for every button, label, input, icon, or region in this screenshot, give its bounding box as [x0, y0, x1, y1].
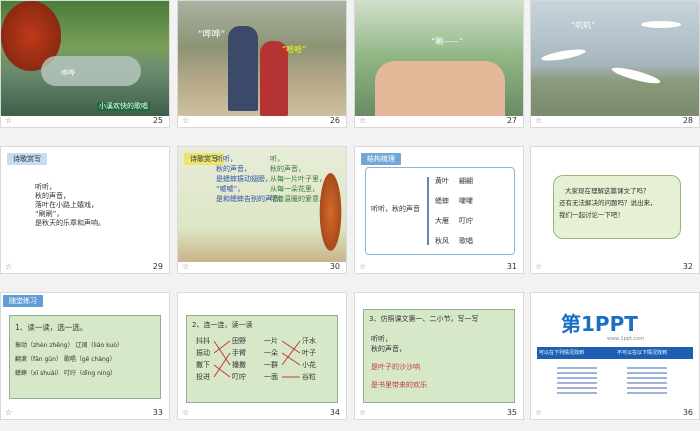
stream-sound-label: 哗哗: [61, 69, 75, 77]
slide-thumb-29[interactable]: 诗歌赏写 听听， 秋的声音， 落叶在小路上嬉戏， “刷刷”， 是秋天的乐章和声响…: [0, 146, 170, 274]
star-icon: ☆: [535, 408, 543, 417]
write-line: 是书里带来的欢乐: [371, 381, 427, 389]
slide-number: 28: [682, 116, 693, 125]
slide-number: 34: [329, 408, 340, 417]
poem-line: “刷刷”，: [35, 210, 64, 218]
structure-center: 听听，秋的声音: [371, 205, 420, 213]
star-icon: ☆: [535, 116, 543, 125]
poem-line: 听听，: [216, 155, 237, 163]
exercise-row: 翻滚（fān gǔn） 歌唱（gē chàng）: [15, 356, 116, 363]
structure-item: 秋风: [435, 237, 449, 245]
waving-kids-image: “唰——”: [355, 1, 523, 116]
slide-content: 大家现在理解这篇课文了吗？ 还有无法解决的问题吗？说出来， 我们一起讨论一下吧！: [531, 147, 699, 262]
question-line: 还有无法解决的问题吗？说出来，: [559, 199, 657, 207]
slide-content: 2、连一连，读一读 抖抖 振动 撒下 投进 田野 手臂 播撒 叮咛 一片 一朵 …: [178, 293, 346, 408]
poem-line: 秋的声音，: [35, 192, 70, 200]
slide-thumb-36[interactable]: 第1PPT www.1ppt.com 可以在下列情况找到 不可以在以下情况找到 …: [530, 292, 700, 420]
exercise-title: 3、仿照课文第一、二小节，写一写: [369, 315, 479, 323]
slide-content: 诗歌赏写 听听， 秋的声音， 落叶在小路上嬉戏， “刷刷”， 是秋天的乐章和声响…: [1, 147, 169, 262]
slide-number: 33: [152, 408, 163, 417]
structure-item: 蟋蟀: [435, 197, 449, 205]
slide-thumb-35[interactable]: 3、仿照课文第一、二小节，写一写 听听， 秋的声音， 是叶子的沙沙响 是书里带来…: [354, 292, 524, 420]
slide-number: 35: [506, 408, 517, 417]
poem-line: 是蟋蟀振动翅膀，: [216, 175, 272, 183]
children-walking-image: “哗哗” “哈哈”: [178, 1, 346, 116]
structure-item: 翩翩: [459, 177, 473, 185]
star-icon: ☆: [182, 408, 190, 417]
exercise-row: 蟋蟀（xī shuài） 叮咛（dīng níng）: [15, 370, 117, 377]
info-bar-left: 可以在下列情况找到: [539, 350, 585, 356]
slide-thumb-31[interactable]: 结构梳理 听听，秋的声音 黄叶 翩翩 蟋蟀 嚯嚯 大雁 叮咛 秋风 歌唱 ☆ 3…: [354, 146, 524, 274]
caption-label: 小溪欢快的歌唱: [97, 102, 150, 111]
haha-label: “哈哈”: [282, 45, 307, 54]
slide-number: 31: [506, 262, 517, 271]
write-line: 是叶子的沙沙响: [371, 363, 420, 371]
question-line: 大家现在理解这篇课文了吗？: [565, 187, 650, 195]
poem-line: 落叶在小路上嬉戏，: [35, 201, 98, 209]
slide-content: 结构梳理 听听，秋的声音 黄叶 翩翩 蟋蟀 嚯嚯 大雁 叮咛 秋风 歌唱: [355, 147, 523, 262]
forest-stream-image: 哗哗 小溪欢快的歌唱: [1, 1, 169, 116]
slide-thumb-27[interactable]: “唰——” ☆ 27: [354, 0, 524, 128]
slide-thumb-32[interactable]: 大家现在理解这篇课文了吗？ 还有无法解决的问题吗？说出来， 我们一起讨论一下吧！…: [530, 146, 700, 274]
write-line: 秋的声音，: [371, 345, 406, 353]
info-bar-right: 不可以在以下情况找到: [617, 350, 668, 356]
slide-content: 诗歌赏写 听听， 秋的声音， 是蟋蟀振动翅膀， “嘘嘘”， 是和蟋蟀告别的声音。…: [178, 147, 346, 262]
write-line: 听听，: [371, 335, 392, 343]
star-icon: ☆: [182, 116, 190, 125]
star-icon: ☆: [359, 116, 367, 125]
slide-thumb-28[interactable]: “叽叽” ☆ 28: [530, 0, 700, 128]
poem-line: “嘘嘘”，: [216, 185, 245, 193]
poem-line: 听听，: [35, 183, 56, 191]
exercise-title: 1、读一读，选一选。: [15, 323, 88, 332]
poem-line: 从每一朵花里，: [270, 185, 319, 193]
exercise-row: 振动（zhèn zhēng） 辽阔（liáo kuò）: [15, 342, 123, 349]
slide-thumb-33[interactable]: 随堂练习 1、读一读，选一选。 振动（zhèn zhēng） 辽阔（liáo k…: [0, 292, 170, 420]
star-icon: ☆: [5, 262, 13, 271]
star-icon: ☆: [535, 262, 543, 271]
star-icon: ☆: [182, 262, 190, 271]
structure-item: 叮咛: [459, 217, 473, 225]
structure-item: 歌唱: [459, 237, 473, 245]
slide-number: 30: [329, 262, 340, 271]
poem-line: 秋的声音，: [216, 165, 251, 173]
question-line: 我们一起讨论一下吧！: [559, 211, 624, 219]
site-url: www.1ppt.com: [607, 336, 645, 342]
poem-line: 是秋天的乐章和声响。: [35, 219, 105, 227]
structure-item: 嚯嚯: [459, 197, 473, 205]
section-ribbon: 诗歌赏写: [7, 153, 47, 165]
slide-number: 32: [682, 262, 693, 271]
slide-number: 25: [152, 116, 163, 125]
star-icon: ☆: [359, 408, 367, 417]
poem-line: 秋的声音，: [270, 165, 305, 173]
slide-thumb-26[interactable]: “哗哗” “哈哈” ☆ 26: [177, 0, 347, 128]
structure-item: 大雁: [435, 217, 449, 225]
star-icon: ☆: [359, 262, 367, 271]
slide-content: 随堂练习 1、读一读，选一选。 振动（zhèn zhēng） 辽阔（liáo k…: [1, 293, 169, 408]
slide-content: 3、仿照课文第一、二小节，写一写 听听， 秋的声音， 是叶子的沙沙响 是书里带来…: [355, 293, 523, 408]
star-icon: ☆: [5, 116, 13, 125]
rustle-label: “唰——”: [431, 37, 464, 46]
slide-thumb-34[interactable]: 2、连一连，读一读 抖抖 振动 撒下 投进 田野 手臂 播撒 叮咛 一片 一朵 …: [177, 292, 347, 420]
slide-thumb-25[interactable]: 哗哗 小溪欢快的歌唱 ☆ 25: [0, 0, 170, 128]
slide-number: 26: [329, 116, 340, 125]
section-ribbon: 结构梳理: [361, 153, 401, 165]
chirp-label: “叽叽”: [571, 21, 596, 30]
slide-thumb-30[interactable]: 诗歌赏写 听听， 秋的声音， 是蟋蟀振动翅膀， “嘘嘘”， 是和蟋蟀告别的声音。…: [177, 146, 347, 274]
connecting-lines: [213, 340, 301, 378]
flying-geese-image: “叽叽”: [531, 1, 699, 116]
star-icon: ☆: [5, 408, 13, 417]
slide-number: 27: [506, 116, 517, 125]
section-ribbon: 随堂练习: [3, 295, 43, 307]
slide-number: 29: [152, 262, 163, 271]
slide-number: 36: [682, 408, 693, 417]
ppt-logo: 第1PPT: [561, 312, 638, 336]
poem-line: 听，: [270, 155, 284, 163]
structure-item: 黄叶: [435, 177, 449, 185]
wahwah-label: “哗哗”: [198, 30, 226, 40]
slide-content: 第1PPT www.1ppt.com 可以在下列情况找到 不可以在以下情况找到: [531, 293, 699, 408]
